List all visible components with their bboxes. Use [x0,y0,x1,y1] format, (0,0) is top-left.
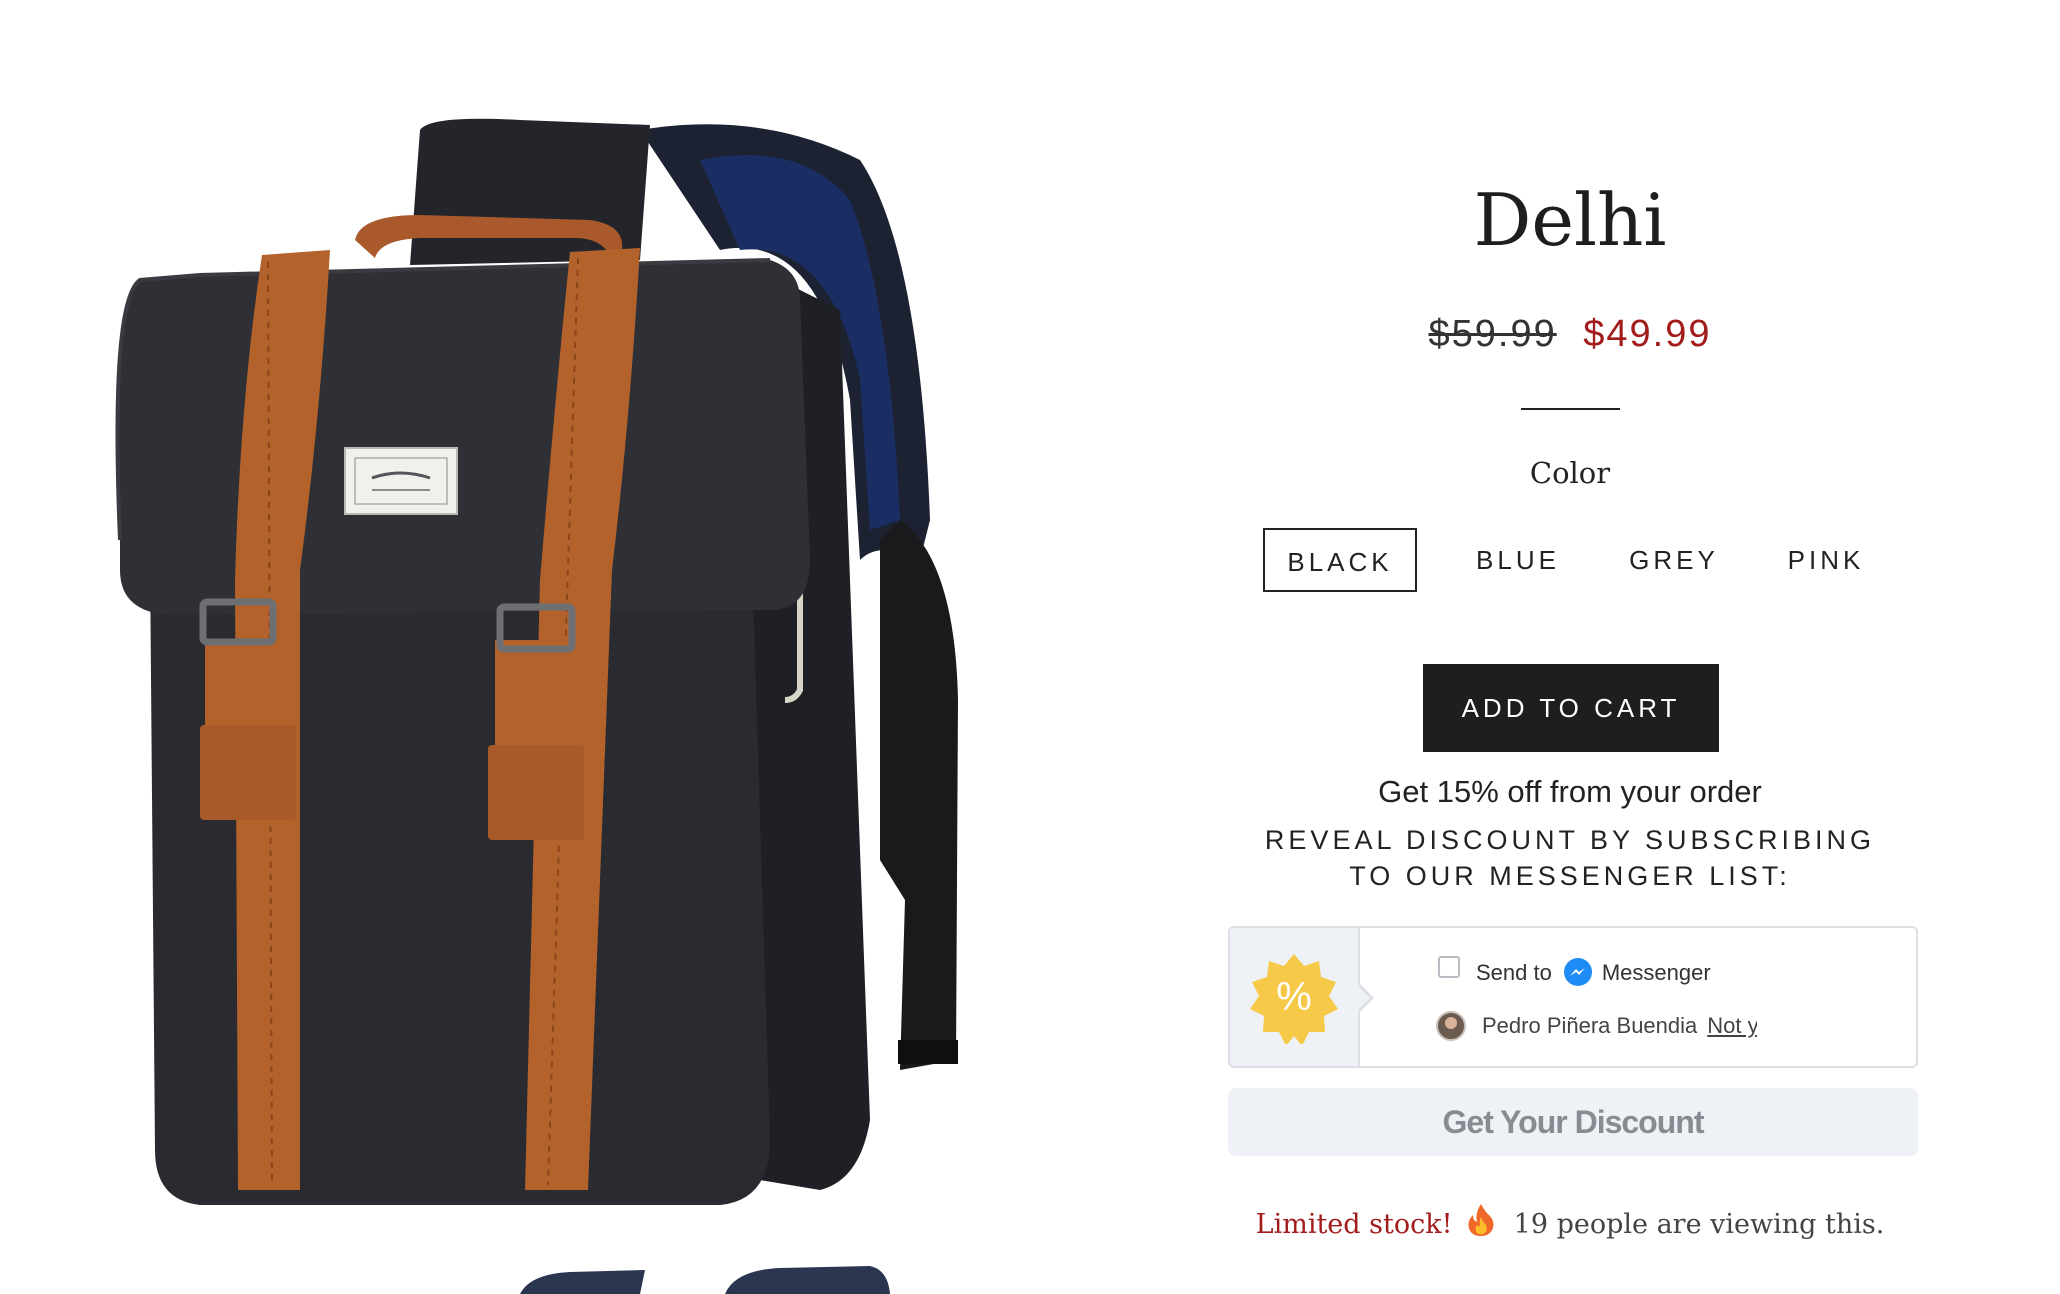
send-to-label: Send to [1476,960,1552,985]
stock-indicator: Limited stock! 19 people are viewing thi… [1210,1203,1930,1240]
divider [1521,408,1620,410]
not-you-link[interactable]: Not you? [1707,1013,1757,1039]
product-image-backpack[interactable] [0,0,1140,1294]
product-title: Delhi [1473,178,1667,262]
badge-panel: % [1230,928,1360,1066]
get-discount-button[interactable]: Get Your Discount [1228,1088,1918,1156]
percent-badge-icon: % [1250,954,1338,1044]
messenger-label: Messenger [1601,960,1711,985]
fire-icon [1468,1204,1494,1236]
price-sale: $49.99 [1583,313,1712,355]
messenger-optin-widget: % Send to Messenger Pedro Piñera Buendia… [1228,926,1918,1068]
avatar [1436,1011,1466,1041]
badge-arrow-fill [1356,984,1370,1012]
user-row: Pedro Piñera Buendia Not you? [1436,1010,1757,1042]
color-option-black[interactable]: BLACK [1263,528,1417,592]
color-option-pink[interactable]: PINK [1756,528,1896,592]
messenger-icon [1563,958,1592,986]
send-to-messenger-checkbox[interactable] [1438,956,1460,978]
limited-stock-label: Limited stock! [1255,1209,1453,1240]
viewers-text: 19 people are viewing this. [1513,1209,1885,1240]
user-name: Pedro Piñera Buendia [1482,1013,1698,1038]
color-label: Color [1529,456,1611,490]
badge-symbol: % [1276,975,1312,1019]
thumbnail-strip[interactable] [460,1266,920,1294]
promo-reveal-text: REVEAL DISCOUNT BY SUBSCRIBING TO OUR ME… [1264,825,1876,891]
color-option-blue[interactable]: BLUE [1448,528,1588,592]
price-original: $59.99 [1428,313,1557,355]
product-info: Delhi $59.99 $49.99 Color BLACK BLUE GRE… [1210,0,1930,1294]
color-option-grey[interactable]: GREY [1604,528,1744,592]
color-options: BLACK BLUE GREY PINK [1210,528,1930,594]
send-to-messenger-row: Send to Messenger [1438,956,1711,990]
price-row: $59.99 $49.99 [1210,313,1930,356]
promo-headline: Get 15% off from your order [1378,774,1762,809]
product-gallery [0,0,1140,1294]
add-to-cart-button[interactable]: ADD TO CART [1423,664,1719,752]
